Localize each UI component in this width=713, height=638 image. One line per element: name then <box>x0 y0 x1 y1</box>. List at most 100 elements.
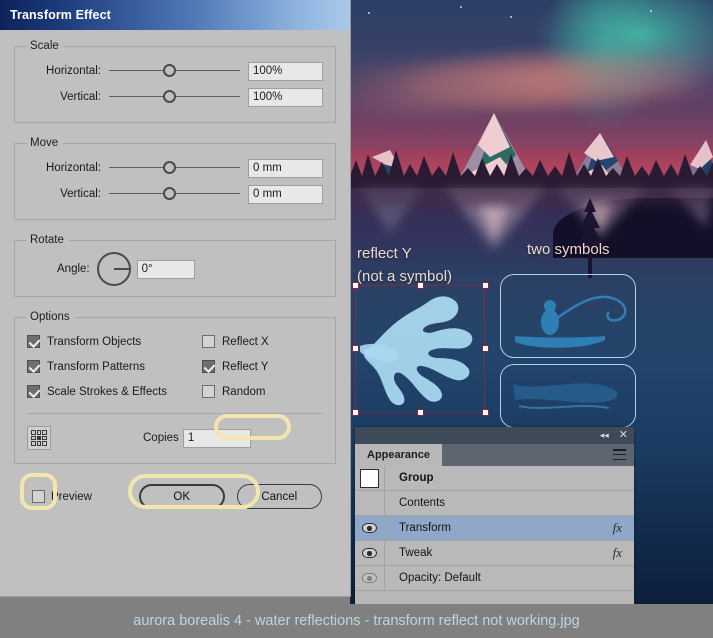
angle-dial-arm <box>113 268 131 270</box>
ok-button[interactable]: OK <box>138 484 225 509</box>
move-legend: Move <box>30 137 59 149</box>
move-horizontal-label: Horizontal: <box>46 162 101 174</box>
transform-effect-dialog: Transform Effect Scale Horizontal: 100% … <box>0 0 351 597</box>
scale-vertical-row: Vertical: 100% <box>27 84 323 110</box>
move-vertical-input[interactable]: 0 mm <box>248 184 323 204</box>
appearance-row-contents[interactable]: Contents <box>355 491 634 516</box>
grid-cell[interactable] <box>31 441 36 446</box>
move-horizontal-row: Horizontal: 0 mm <box>27 155 323 181</box>
random-checkbox[interactable] <box>202 385 215 398</box>
selection-handle[interactable] <box>417 409 424 416</box>
dialog-title: Transform Effect <box>10 8 111 22</box>
selection-handle[interactable] <box>352 282 359 289</box>
fx-icon[interactable]: fx <box>613 545 634 561</box>
reflect-y-row[interactable]: Reflect Y <box>202 354 269 379</box>
scale-strokes-effects-row[interactable]: Scale Strokes & Effects <box>27 379 202 404</box>
selection-handle[interactable] <box>417 282 424 289</box>
move-group: Move Horizontal: 0 mm Vertical: 0 mm <box>14 137 336 220</box>
slider-knob[interactable] <box>163 64 176 77</box>
preview-checkbox[interactable] <box>32 490 45 503</box>
move-horizontal-slider[interactable] <box>107 159 242 177</box>
reflect-x-row[interactable]: Reflect X <box>202 329 269 354</box>
angle-dial[interactable] <box>96 252 131 286</box>
visibility-toggle-cell[interactable] <box>355 516 385 540</box>
eye-icon[interactable] <box>362 573 377 583</box>
fill-swatch[interactable] <box>360 468 379 488</box>
grid-cell[interactable] <box>42 441 47 446</box>
selection-handle[interactable] <box>352 345 359 352</box>
scale-group: Scale Horizontal: 100% Vertical: 100% <box>14 40 336 123</box>
fx-icon[interactable]: fx <box>613 520 634 536</box>
selection-handle[interactable] <box>352 409 359 416</box>
eye-icon[interactable] <box>362 523 377 533</box>
selection-bounding-box[interactable] <box>355 285 485 413</box>
rotate-group: Rotate Angle: 0° <box>14 234 336 297</box>
grid-cell[interactable] <box>36 430 42 435</box>
scale-horizontal-input[interactable]: 100% <box>248 61 323 81</box>
preview-label: Preview <box>51 490 92 503</box>
cancel-button[interactable]: Cancel <box>236 484 322 509</box>
scale-legend: Scale <box>30 40 59 52</box>
scale-vertical-slider[interactable] <box>107 88 242 106</box>
selection-handle[interactable] <box>482 345 489 352</box>
tab-appearance[interactable]: Appearance <box>355 444 442 466</box>
fill-swatch-cell[interactable] <box>355 466 385 490</box>
move-horizontal-input[interactable]: 0 mm <box>248 158 323 178</box>
eye-icon[interactable] <box>362 548 377 558</box>
scale-strokes-effects-checkbox[interactable] <box>27 385 40 398</box>
collapse-double-chevron-icon[interactable]: ◂◂ <box>600 431 609 440</box>
options-divider <box>27 413 323 414</box>
appearance-row-label: Opacity: Default <box>399 572 481 584</box>
transform-patterns-row[interactable]: Transform Patterns <box>27 354 202 379</box>
options-bottom-row: Copies 1 <box>27 421 323 455</box>
random-row[interactable]: Random <box>202 379 269 404</box>
appearance-panel-tabbar: Appearance <box>355 444 634 466</box>
options-right-column: Reflect X Reflect Y Random <box>202 329 269 404</box>
transform-patterns-checkbox[interactable] <box>27 360 40 373</box>
selection-handle[interactable] <box>482 409 489 416</box>
appearance-row-group[interactable]: Group <box>355 466 634 491</box>
close-icon[interactable]: ✕ <box>619 430 628 441</box>
selection-handle[interactable] <box>482 282 489 289</box>
appearance-row-opacity[interactable]: Opacity: Default <box>355 566 634 591</box>
transform-objects-row[interactable]: Transform Objects <box>27 329 202 354</box>
copies-input[interactable]: 1 <box>182 428 251 448</box>
grid-cell[interactable] <box>31 430 36 435</box>
appearance-row-transform[interactable]: Transform fx <box>355 516 634 541</box>
nine-point-grid-icon[interactable] <box>27 426 51 450</box>
visibility-toggle-cell[interactable] <box>355 566 385 590</box>
dialog-footer: Preview OK Cancel <box>14 478 336 509</box>
visibility-toggle-cell[interactable] <box>355 541 385 565</box>
transform-objects-checkbox[interactable] <box>27 335 40 348</box>
appearance-row-label: Transform <box>399 522 451 534</box>
appearance-panel: ◂◂ ✕ Appearance Group Contents Transform… <box>355 427 634 604</box>
slider-knob[interactable] <box>163 90 176 103</box>
grid-cell[interactable] <box>42 430 47 435</box>
scale-strokes-effects-label: Scale Strokes & Effects <box>47 385 167 398</box>
grid-cell-active[interactable] <box>36 435 42 441</box>
reflect-y-checkbox[interactable] <box>202 360 215 373</box>
panel-menu-icon[interactable] <box>613 449 626 460</box>
appearance-panel-titlebar[interactable]: ◂◂ ✕ <box>355 427 634 444</box>
reflect-x-checkbox[interactable] <box>202 335 215 348</box>
lone-tree-silhouette <box>576 198 604 278</box>
screenshot-root: reflect Y (not a symbol) two symbols Tra… <box>0 0 713 638</box>
grid-cell[interactable] <box>31 435 36 441</box>
caption-bar: aurora borealis 4 - water reflections - … <box>0 604 713 638</box>
dialog-titlebar[interactable]: Transform Effect <box>0 0 350 30</box>
spacer-cell <box>355 491 385 515</box>
move-vertical-label: Vertical: <box>60 188 101 200</box>
move-vertical-slider[interactable] <box>107 185 242 203</box>
angle-input[interactable]: 0° <box>136 259 195 279</box>
grid-cell[interactable] <box>36 441 42 446</box>
scale-vertical-input[interactable]: 100% <box>248 87 323 107</box>
appearance-row-tweak[interactable]: Tweak fx <box>355 541 634 566</box>
options-group: Options Transform Objects Transform Patt… <box>14 311 336 464</box>
rotate-legend: Rotate <box>30 234 64 246</box>
slider-knob[interactable] <box>163 161 176 174</box>
slider-knob[interactable] <box>163 187 176 200</box>
caption-text: aurora borealis 4 - water reflections - … <box>133 613 580 629</box>
scale-horizontal-slider[interactable] <box>107 62 242 80</box>
forest-silhouette <box>350 150 713 190</box>
grid-cell[interactable] <box>42 435 47 441</box>
